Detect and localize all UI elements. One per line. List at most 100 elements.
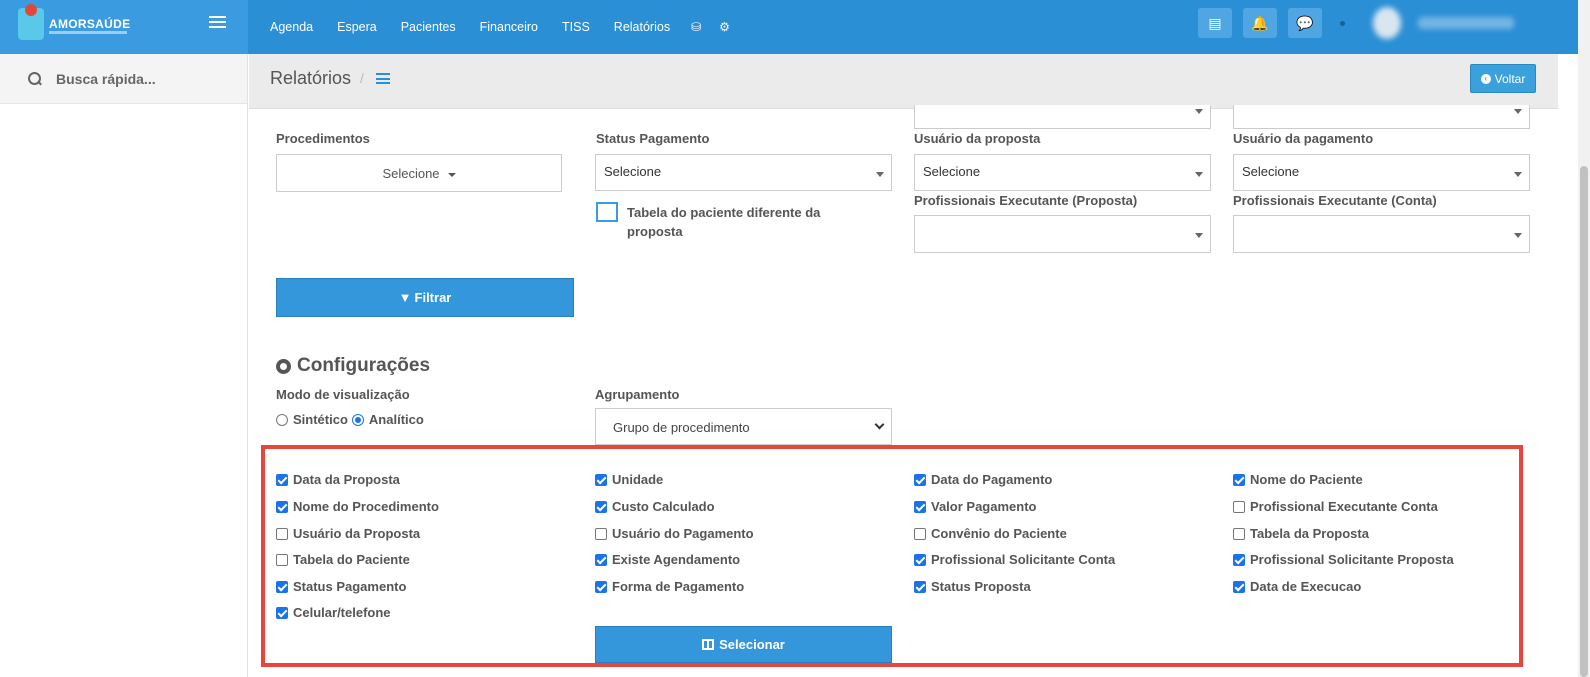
scrollbar-thumb[interactable]	[1580, 166, 1588, 677]
brand-tagline	[49, 31, 127, 34]
checkbox[interactable]	[1233, 500, 1245, 513]
checkbox-label: Usuário do Pagamento	[612, 526, 754, 541]
checkbox[interactable]	[914, 580, 926, 593]
back-button[interactable]: ‹ Voltar	[1470, 64, 1536, 93]
chat-icon[interactable]: 💬	[1288, 8, 1322, 38]
prof-exec-proposta-select[interactable]	[914, 215, 1211, 253]
col-data-pagamento[interactable]: Data do Pagamento	[914, 472, 1052, 487]
prof-exec-conta-select[interactable]	[1233, 215, 1530, 253]
checkbox[interactable]	[1233, 580, 1245, 593]
checkbox[interactable]	[276, 473, 288, 486]
user-name-blurred[interactable]	[1418, 17, 1514, 29]
tabela-diferente-line1: Tabela do paciente diferente da	[627, 205, 821, 220]
checkbox[interactable]	[914, 553, 926, 566]
col-tabela-proposta[interactable]: Tabela da Proposta	[1233, 526, 1369, 541]
checkbox[interactable]	[276, 580, 288, 593]
checkbox-label: Unidade	[612, 472, 664, 487]
col-custo-calculado[interactable]: Custo Calculado	[595, 499, 715, 514]
checkbox-label: Status Pagamento	[293, 579, 407, 594]
tabela-diferente-line2: proposta	[627, 224, 683, 239]
col-convenio-paciente[interactable]: Convênio do Paciente	[914, 526, 1067, 541]
list-icon[interactable]	[376, 73, 390, 84]
usuario-proposta-select[interactable]: Selecione	[914, 154, 1211, 191]
database-icon[interactable]: ⛁	[682, 20, 710, 34]
checkbox[interactable]	[595, 500, 607, 513]
col-prof-solicitante-conta[interactable]: Profissional Solicitante Conta	[914, 552, 1115, 567]
checkbox[interactable]	[595, 553, 607, 566]
col-status-proposta[interactable]: Status Proposta	[914, 579, 1031, 594]
checkbox[interactable]	[276, 606, 288, 619]
avatar[interactable]	[1373, 7, 1401, 39]
col-usuario-pagamento[interactable]: Usuário do Pagamento	[595, 526, 754, 541]
nav-agenda[interactable]: Agenda	[258, 20, 325, 34]
col-prof-solicitante-proposta[interactable]: Profissional Solicitante Proposta	[1233, 552, 1454, 567]
checkbox[interactable]	[595, 580, 607, 593]
checkbox[interactable]	[276, 553, 288, 566]
config-title-text: Configurações	[297, 355, 431, 376]
col-usuario-proposta[interactable]: Usuário da Proposta	[276, 526, 420, 541]
col-prof-executante-conta[interactable]: Profissional Executante Conta	[1233, 499, 1438, 514]
checkbox[interactable]	[276, 500, 288, 513]
nav-relatorios[interactable]: Relatórios	[602, 20, 682, 34]
nav-financeiro[interactable]: Financeiro	[468, 20, 550, 34]
caret-down-icon	[876, 172, 884, 177]
nav-tiss[interactable]: TISS	[550, 20, 602, 34]
filter-button-label: Filtrar	[414, 290, 452, 305]
tabela-diferente-checkbox[interactable]	[596, 202, 618, 222]
status-pagamento-select[interactable]: Selecione	[595, 154, 892, 191]
col-nome-procedimento[interactable]: Nome do Procedimento	[276, 499, 439, 514]
nav-pacientes[interactable]: Pacientes	[389, 20, 468, 34]
checkbox[interactable]	[1233, 553, 1245, 566]
select-columns-button[interactable]: Selecionar	[595, 626, 892, 663]
card-icon[interactable]: ▤	[1198, 8, 1232, 38]
checkbox[interactable]	[1233, 527, 1245, 540]
filter-icon: ▼	[398, 290, 412, 305]
tabela-diferente-label: Tabela do paciente diferente da proposta	[627, 203, 820, 241]
filter-button[interactable]: ▼ Filtrar	[276, 278, 574, 317]
col-forma-pagamento[interactable]: Forma de Pagamento	[595, 579, 744, 594]
checkbox[interactable]	[595, 527, 607, 540]
caret-down-icon	[1514, 233, 1522, 238]
checkbox[interactable]	[914, 500, 926, 513]
col-status-pagamento[interactable]: Status Pagamento	[276, 579, 406, 594]
col-nome-paciente[interactable]: Nome do Paciente	[1233, 472, 1363, 487]
menu-toggle-icon[interactable]	[209, 16, 226, 29]
nav-espera[interactable]: Espera	[325, 20, 389, 34]
quick-search-input[interactable]	[56, 70, 236, 87]
radio-analitico[interactable]	[351, 413, 364, 426]
checkbox[interactable]	[1233, 473, 1245, 486]
radio-sintetico[interactable]	[276, 413, 288, 426]
bell-icon[interactable]: 🔔	[1243, 8, 1277, 38]
logo-area[interactable]: AMORSAÚDE	[0, 0, 248, 54]
radio-sintetico-label[interactable]: Sintético	[293, 412, 348, 427]
checkbox[interactable]	[914, 473, 926, 486]
cutoff-select-1[interactable]	[914, 105, 1211, 129]
search-icon	[28, 71, 42, 86]
checkbox[interactable]	[276, 527, 288, 540]
agrupamento-select[interactable]: Grupo de procedimento	[595, 408, 892, 445]
usuario-proposta-label: Usuário da proposta	[914, 131, 1041, 146]
checkbox-label: Nome do Procedimento	[293, 499, 439, 514]
col-data-execucao[interactable]: Data de Execucao	[1233, 579, 1361, 594]
brand-name: AMORSAÚDE	[49, 17, 131, 31]
checkbox[interactable]	[914, 527, 926, 540]
col-unidade[interactable]: Unidade	[595, 472, 663, 487]
quick-search	[0, 54, 247, 104]
gear-icon[interactable]: ⚙	[710, 20, 739, 34]
checkbox-label: Status Proposta	[931, 579, 1031, 594]
agrupamento-label: Agrupamento	[595, 387, 680, 402]
checkbox-label: Data do Pagamento	[931, 472, 1053, 487]
usuario-pagamento-value: Selecione	[1242, 164, 1300, 179]
procedimentos-multiselect[interactable]: Selecione	[276, 154, 562, 192]
col-celular-telefone[interactable]: Celular/telefone	[276, 605, 391, 620]
col-valor-pagamento[interactable]: Valor Pagamento	[914, 499, 1036, 514]
cutoff-select-2[interactable]	[1233, 105, 1530, 129]
col-existe-agendamento[interactable]: Existe Agendamento	[595, 552, 740, 567]
usuario-pagamento-select[interactable]: Selecione	[1233, 154, 1530, 191]
col-tabela-paciente[interactable]: Tabela do Paciente	[276, 552, 410, 567]
radio-analitico-label[interactable]: Analítico	[369, 412, 424, 427]
col-data-proposta[interactable]: Data da Proposta	[276, 472, 400, 487]
checkbox[interactable]	[595, 473, 607, 486]
checkbox-label: Celular/telefone	[293, 605, 391, 620]
main-content: Procedimentos Selecione Status Pagamento…	[249, 105, 1558, 677]
